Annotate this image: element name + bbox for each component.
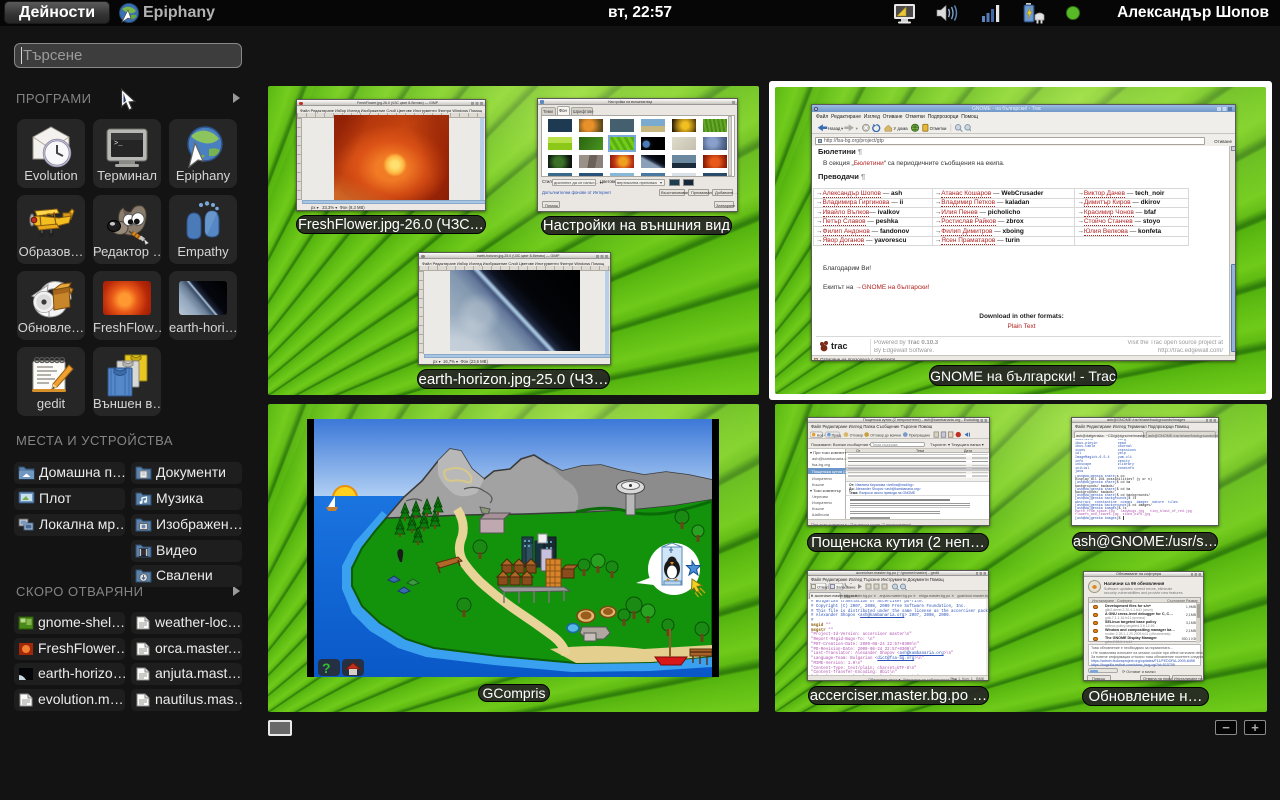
svg-text:Отговор: Отговор [850,433,863,437]
svg-text:▾: ▾ [841,125,843,130]
svg-text:>_: >_ [114,140,123,148]
svg-text:▾: ▾ [856,125,858,130]
svg-text:Отговор до всички: Отговор до всички [870,433,901,437]
svg-text:trac: trac [831,341,848,351]
svg-text:?: ? [322,660,331,676]
svg-text:У дома: У дома [894,125,909,130]
svg-text:Пращ.: Пращ. [832,433,843,437]
svg-text:Нов ▾: Нов ▾ [817,433,826,437]
svg-text:Отметки: Отметки [930,125,947,130]
svg-text:Назад: Назад [828,125,841,130]
svg-text:Препращане: Препращане [909,433,930,437]
